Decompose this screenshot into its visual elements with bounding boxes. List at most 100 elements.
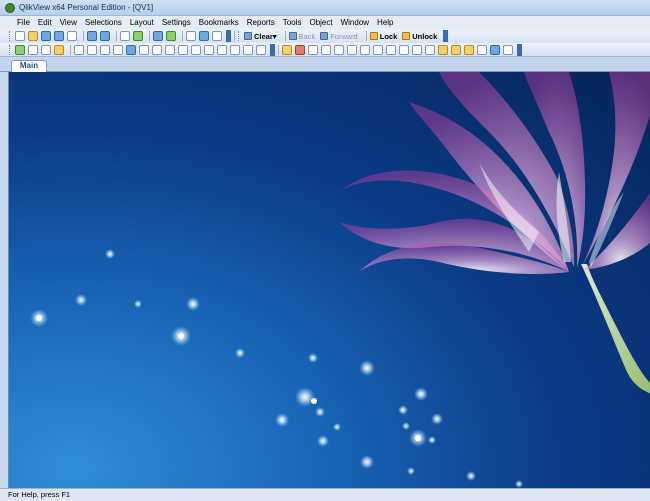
slider-object-icon[interactable] [204,44,214,55]
space-vertically-icon[interactable] [399,44,409,55]
status-bar: For Help, press F1 [0,488,650,501]
back-button[interactable]: Back [288,32,315,41]
listbox-icon[interactable] [74,44,84,55]
line-arrow-icon[interactable] [191,44,201,55]
toolbar-separator [116,31,117,41]
lock-icon [369,32,378,40]
align-left-icon[interactable] [308,44,318,55]
toolbar-separator [278,44,279,55]
current-selections-icon[interactable] [152,44,162,55]
search-object-icon[interactable] [230,44,240,55]
sheet-tab-row: Main [0,58,650,72]
multi-box-icon[interactable] [100,44,110,55]
open-server-icon[interactable] [41,31,51,41]
redo-icon[interactable] [100,31,110,41]
forward-button-label: Forward [330,31,358,41]
menu-bookmarks[interactable]: Bookmarks [195,18,243,27]
toolbar-grip[interactable] [9,31,12,41]
toolbar-grip[interactable] [9,44,12,55]
toolbar-separator [70,44,71,55]
space-horizontally-icon[interactable] [386,44,396,55]
print-icon[interactable] [67,31,77,41]
edit-module-icon[interactable] [477,44,487,55]
menu-bar: File Edit View Selections Layout Setting… [0,16,650,29]
unlock-button[interactable]: Unlock [402,32,437,41]
toolbar-separator [365,31,367,41]
tab-main[interactable]: Main [11,60,47,72]
promote-sheet-icon[interactable] [28,44,38,55]
toolbar-options-icon[interactable] [443,30,449,42]
align-middle-icon[interactable] [360,44,370,55]
edit-script-icon[interactable] [120,31,130,41]
button-object-icon[interactable] [165,44,175,55]
toolbar-separator [234,31,235,41]
toolbar-separator [149,31,150,41]
input-box-icon[interactable] [139,44,149,55]
lock-button-label: Lock [379,31,398,41]
container-icon[interactable] [243,44,253,55]
menu-tools[interactable]: Tools [279,18,306,27]
clear-button[interactable]: Clear ▾ [244,32,277,41]
toolbar-separator [182,31,183,41]
menu-edit[interactable]: Edit [34,18,56,27]
standard-toolbar: Clear ▾ Back Forward Lock Unlock [0,29,650,43]
new-document-icon[interactable] [15,31,25,41]
menu-help[interactable]: Help [373,18,397,27]
table-box-icon[interactable] [113,44,123,55]
save-icon[interactable] [54,31,64,41]
toolbar-options-icon[interactable] [517,43,522,56]
object-properties-icon[interactable] [464,44,474,55]
report-editor-icon[interactable] [503,44,513,55]
custom-object-icon[interactable] [256,44,266,55]
toolbar-options-icon[interactable] [270,43,275,56]
bookmark-object-icon[interactable] [217,44,227,55]
table-viewer-icon[interactable] [153,31,163,41]
statistics-box-icon[interactable] [87,44,97,55]
toolbar-separator [83,31,84,41]
back-arrow-icon [288,32,297,40]
sheet-area[interactable] [8,72,650,488]
toolbar-options-icon[interactable] [226,30,231,42]
menu-layout[interactable]: Layout [126,18,158,27]
add-sheet-icon[interactable] [15,44,25,55]
menu-object[interactable]: Object [305,18,336,27]
undo-icon[interactable] [87,31,97,41]
design-grid-icon[interactable] [295,44,305,55]
menu-file[interactable]: File [10,18,34,27]
favorites-star-icon[interactable] [166,31,176,41]
menu-window[interactable]: Window [337,18,373,27]
same-width-icon[interactable] [412,44,422,55]
align-center-icon[interactable] [321,44,331,55]
wallpaper-flower-image [30,72,650,488]
toolbar-grip[interactable] [238,31,241,41]
menu-reports[interactable]: Reports [243,18,279,27]
unlock-button-label: Unlock [412,31,438,41]
title-bar: QlikView x64 Personal Edition - [QV1] [0,0,650,16]
user-preferences-icon[interactable] [451,44,461,55]
sheet-properties-icon[interactable] [54,44,64,55]
expression-overview-icon[interactable] [490,44,500,55]
text-object-icon[interactable] [178,44,188,55]
context-help-icon[interactable] [212,31,222,41]
same-height-icon[interactable] [425,44,435,55]
clear-icon [244,32,252,40]
align-top-icon[interactable] [347,44,357,55]
document-properties-icon[interactable] [438,44,448,55]
search-icon[interactable] [186,31,196,41]
reload-icon[interactable] [133,31,143,41]
open-folder-icon[interactable] [28,31,38,41]
lock-button[interactable]: Lock [369,31,398,41]
sparkle-lights [30,249,523,488]
format-painter-icon[interactable] [282,44,292,55]
align-right-icon[interactable] [334,44,344,55]
menu-selections[interactable]: Selections [81,18,126,27]
menu-settings[interactable]: Settings [158,18,195,27]
align-bottom-icon[interactable] [373,44,383,55]
chevron-down-icon[interactable]: ▾ [273,32,277,41]
menu-view[interactable]: View [56,18,81,27]
demote-sheet-icon[interactable] [41,44,51,55]
forward-button[interactable]: Forward [320,32,358,41]
help-icon[interactable] [199,31,209,41]
chart-icon[interactable] [126,44,136,55]
design-toolbar [0,43,650,57]
